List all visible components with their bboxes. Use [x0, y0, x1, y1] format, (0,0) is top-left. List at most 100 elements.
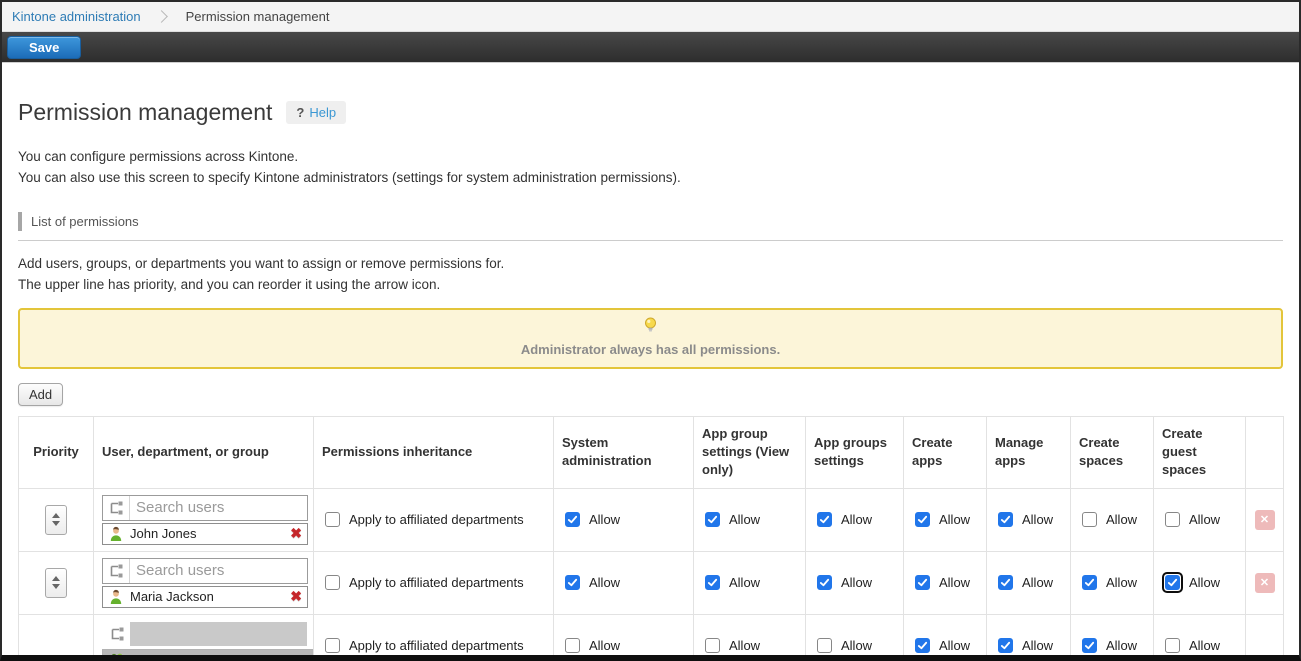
checkbox-focus-ring	[702, 509, 723, 530]
question-icon: ?	[296, 105, 304, 120]
arrow-down-icon	[52, 584, 60, 589]
checkbox-focus-ring	[1079, 572, 1100, 593]
priority-cell	[19, 614, 94, 661]
org-tree-icon[interactable]	[103, 496, 130, 520]
description-line-1: You can configure permissions across Kin…	[18, 149, 298, 164]
allow-checkbox[interactable]	[705, 638, 720, 653]
delete-row-button[interactable]: ✕	[1255, 510, 1275, 530]
allow-checkbox[interactable]	[817, 512, 832, 527]
checkbox-focus-ring	[322, 509, 343, 530]
actions-column-header	[1246, 417, 1284, 489]
permission-cell: Allow	[806, 551, 904, 614]
entity-cell: John Jones ✖	[94, 488, 314, 551]
arrow-up-icon	[52, 513, 60, 518]
allow-checkbox[interactable]	[1082, 575, 1097, 590]
inheritance-checkbox[interactable]	[325, 512, 340, 527]
search-users-input	[130, 622, 307, 646]
actions-cell: ✕	[1246, 488, 1284, 551]
allow-checkbox[interactable]	[915, 638, 930, 653]
permission-row: John Jones ✖ Apply to affiliated departmen…	[19, 488, 1284, 551]
allow-label: Allow	[589, 575, 620, 590]
column-header: Create apps	[904, 417, 987, 489]
allow-checkbox[interactable]	[817, 575, 832, 590]
permission-cell: Allow	[554, 551, 694, 614]
allow-checkbox[interactable]	[565, 638, 580, 653]
inheritance-label: Apply to affiliated departments	[349, 512, 524, 527]
chevron-right-icon	[155, 10, 168, 23]
checkbox-focus-ring	[562, 635, 583, 656]
column-header: Manage apps	[987, 417, 1071, 489]
allow-label: Allow	[939, 638, 970, 653]
allow-checkbox[interactable]	[1082, 638, 1097, 653]
checkbox-focus-ring	[912, 509, 933, 530]
checkbox-focus-ring	[562, 572, 583, 593]
entity-cell: Maria Jackson ✖	[94, 551, 314, 614]
search-users-input[interactable]	[130, 562, 307, 579]
allow-checkbox[interactable]	[565, 512, 580, 527]
selected-entity-name: John Jones	[130, 526, 284, 541]
checkbox-focus-ring	[814, 572, 835, 593]
reorder-priority-button[interactable]	[45, 568, 67, 598]
allow-checkbox[interactable]	[1165, 575, 1180, 590]
allow-checkbox[interactable]	[1165, 512, 1180, 527]
permission-cell: Allow	[1154, 488, 1246, 551]
allow-checkbox[interactable]	[998, 512, 1013, 527]
org-tree-icon	[103, 622, 130, 646]
remove-entity-icon[interactable]: ✖	[290, 525, 302, 542]
table-header-row: PriorityUser, department, or groupPermis…	[19, 417, 1284, 489]
permission-cell: Allow	[904, 488, 987, 551]
allow-checkbox[interactable]	[998, 575, 1013, 590]
title-row: Permission management ? Help	[18, 99, 1283, 126]
search-users-input[interactable]	[130, 499, 307, 516]
org-tree-icon[interactable]	[103, 559, 130, 583]
permission-cell: Allow	[694, 614, 806, 661]
selected-entity-chip: Maria Jackson ✖	[102, 586, 308, 608]
delete-row-button[interactable]: ✕	[1255, 573, 1275, 593]
section-instructions: Add users, groups, or departments you wa…	[18, 253, 1283, 295]
allow-checkbox[interactable]	[705, 575, 720, 590]
checkbox-focus-ring	[322, 572, 343, 593]
save-button[interactable]: Save	[7, 36, 81, 59]
permission-cell: Allow	[554, 488, 694, 551]
selected-entity-chip: John Jones ✖	[102, 523, 308, 545]
entity-picker	[102, 495, 308, 521]
permission-cell: Allow	[904, 551, 987, 614]
checkbox-focus-ring	[1079, 635, 1100, 656]
remove-entity-icon[interactable]: ✖	[290, 588, 302, 605]
allow-checkbox[interactable]	[705, 512, 720, 527]
allow-label: Allow	[1106, 575, 1137, 590]
permission-cell: Allow	[1071, 551, 1154, 614]
allow-checkbox[interactable]	[998, 638, 1013, 653]
selected-entity-name: Maria Jackson	[130, 589, 284, 604]
inheritance-checkbox[interactable]	[325, 638, 340, 653]
permission-cell: Allow	[987, 551, 1071, 614]
group-icon	[108, 652, 126, 661]
arrow-down-icon	[52, 521, 60, 526]
permission-cell: Allow	[694, 488, 806, 551]
priority-cell	[19, 551, 94, 614]
reorder-priority-button[interactable]	[45, 505, 67, 535]
allow-checkbox[interactable]	[915, 512, 930, 527]
checkbox-focus-ring	[1162, 635, 1183, 656]
user-avatar-icon	[108, 526, 124, 542]
permission-cell: Allow	[1154, 551, 1246, 614]
allow-checkbox[interactable]	[1082, 512, 1097, 527]
checkbox-focus-ring	[995, 572, 1016, 593]
allow-checkbox[interactable]	[817, 638, 832, 653]
checkbox-focus-ring	[1162, 572, 1183, 593]
allow-checkbox[interactable]	[565, 575, 580, 590]
help-button[interactable]: ? Help	[286, 101, 346, 124]
add-button[interactable]: Add	[18, 383, 63, 406]
allow-label: Allow	[1022, 575, 1053, 590]
action-toolbar: Save	[2, 32, 1299, 63]
inheritance-checkbox[interactable]	[325, 575, 340, 590]
checkbox-focus-ring	[1162, 509, 1183, 530]
selected-entity-name: Everyone	[154, 652, 209, 661]
breadcrumb-link-kintone-administration[interactable]: Kintone administration	[12, 9, 141, 24]
inheritance-cell: Apply to affiliated departments	[314, 488, 554, 551]
allow-checkbox[interactable]	[1165, 638, 1180, 653]
allow-checkbox[interactable]	[915, 575, 930, 590]
permission-cell: Allow	[694, 551, 806, 614]
instructions-line-2: The upper line has priority, and you can…	[18, 277, 440, 292]
column-header: User, department, or group	[94, 417, 314, 489]
